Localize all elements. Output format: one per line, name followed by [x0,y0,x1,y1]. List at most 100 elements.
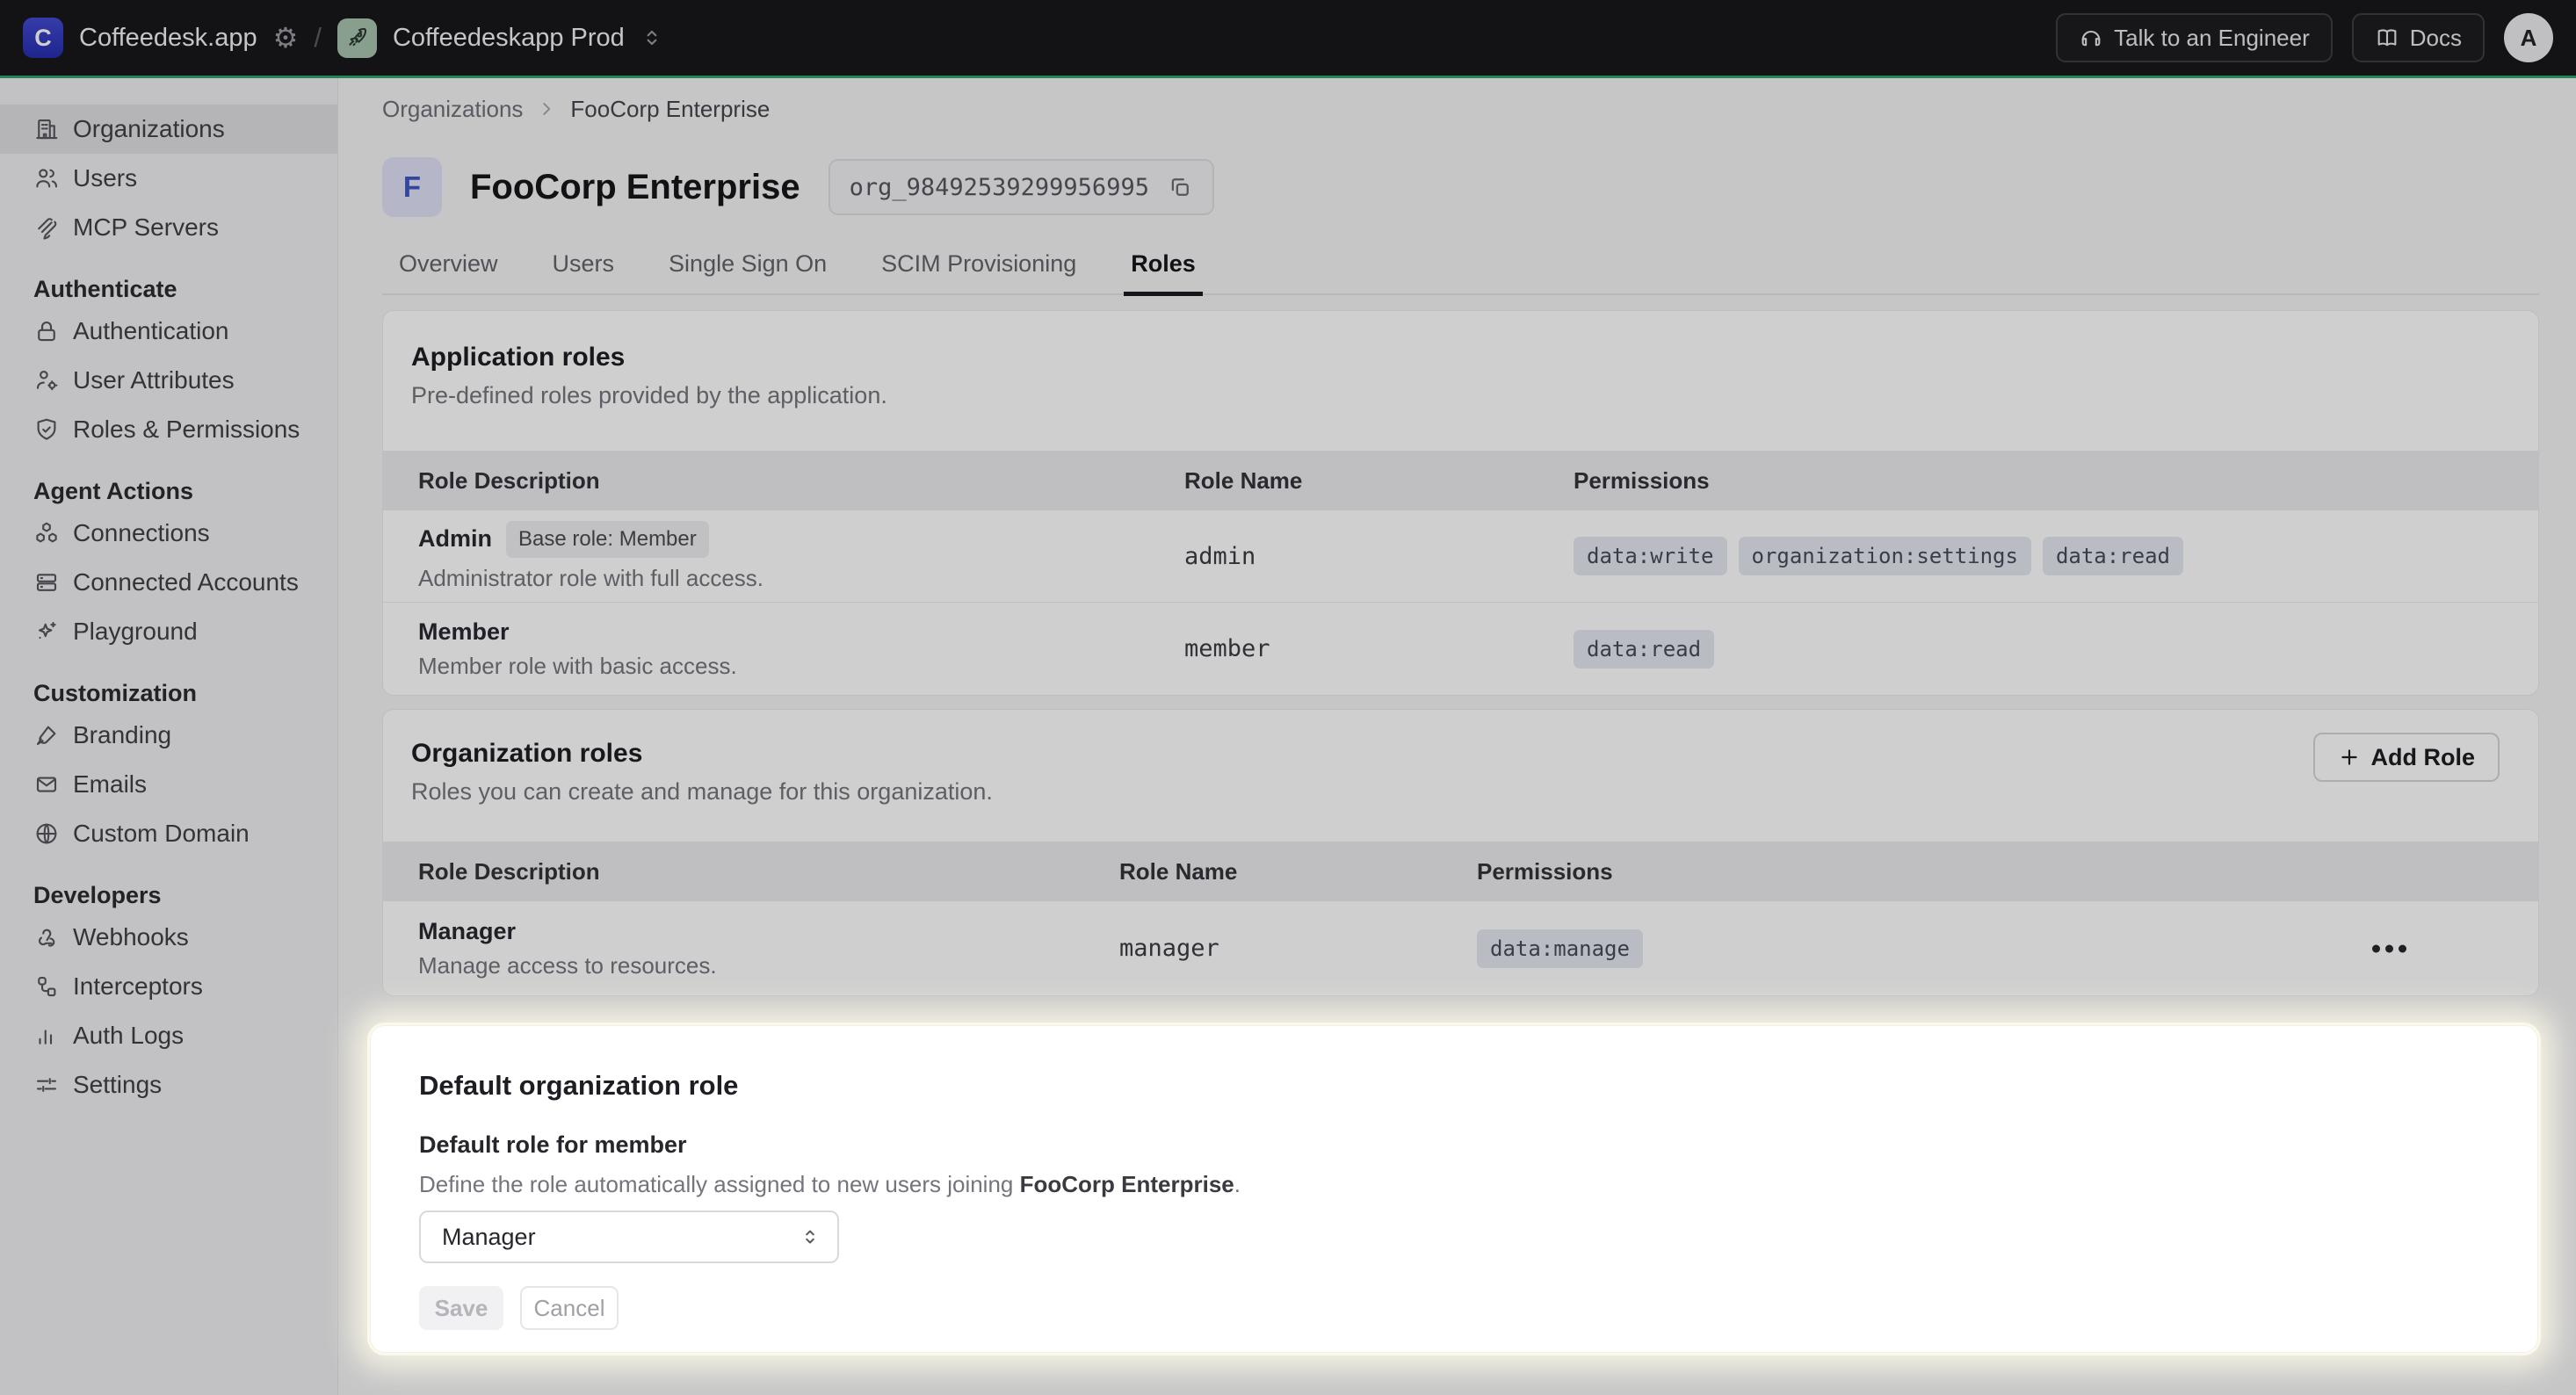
permission-chip: data:read [1574,630,1714,669]
headphones-icon [2079,25,2103,50]
org-id-chip: org_98492539299956995 [829,159,1214,215]
tab-scim-provisioning[interactable]: SCIM Provisioning [881,250,1076,293]
main-content: Organizations FooCorp Enterprise F FooCo… [338,78,2576,1395]
role-description: Member role with basic access. [418,653,1184,680]
page-title: FooCorp Enterprise [470,168,800,207]
sidebar-item-roles-permissions[interactable]: Roles & Permissions [0,405,337,454]
role-name: manager [1119,935,1477,962]
sidebar-section-developers: Developers [0,881,337,909]
environment-name[interactable]: Coffeedeskapp Prod [393,24,625,53]
application-roles-description: Pre-defined roles provided by the applic… [411,382,2500,409]
sidebar-item-label: Settings [73,1071,162,1099]
sidebar-item-emails[interactable]: Emails [0,760,337,809]
org-name-emphasis: FooCorp Enterprise [1020,1171,1234,1197]
sidebar: Organizations Users MCP Servers Authenti… [0,78,338,1395]
interceptors-icon [33,973,60,1000]
app-name: Coffeedesk.app [79,24,257,53]
tab-users[interactable]: Users [553,250,615,293]
organization-roles-description: Roles you can create and manage for this… [411,778,2500,806]
sidebar-item-settings[interactable]: Settings [0,1060,337,1109]
sidebar-item-label: Connected Accounts [73,568,299,596]
chevron-up-down-icon[interactable] [640,26,663,49]
role-name: admin [1184,543,1574,570]
sidebar-item-playground[interactable]: Playground [0,607,337,656]
cubes-icon [33,520,60,546]
docs-button[interactable]: Docs [2352,13,2485,62]
sidebar-item-label: MCP Servers [73,213,219,242]
page-header: F FooCorp Enterprise org_984925392999569… [382,157,2539,217]
organization-roles-card: Add Role Organization roles Roles you ca… [382,709,2539,996]
application-roles-card: Application roles Pre-defined roles prov… [382,310,2539,696]
tab-single-sign-on[interactable]: Single Sign On [669,250,827,293]
sidebar-item-label: Connections [73,519,210,547]
sidebar-item-connected-accounts[interactable]: Connected Accounts [0,558,337,607]
table-row-member: Member Member role with basic access. me… [383,602,2538,695]
role-title: Manager [418,918,516,945]
role-description: Manage access to resources. [418,952,1119,979]
tab-roles[interactable]: Roles [1131,250,1196,293]
workspace-switcher: C Coffeedesk.app ⚙ / Coffeedeskapp Prod [23,18,663,58]
sidebar-item-label: Custom Domain [73,820,250,848]
talk-to-engineer-button[interactable]: Talk to an Engineer [2056,13,2333,62]
globe-icon [33,820,60,847]
user-avatar[interactable]: A [2504,13,2553,62]
column-role-name: Role Name [1184,467,1574,495]
sidebar-item-connections[interactable]: Connections [0,509,337,558]
breadcrumb-organizations[interactable]: Organizations [382,96,523,123]
sidebar-item-user-attributes[interactable]: User Attributes [0,356,337,405]
sidebar-item-custom-domain[interactable]: Custom Domain [0,809,337,858]
sidebar-item-webhooks[interactable]: Webhooks [0,913,337,962]
breadcrumb: Organizations FooCorp Enterprise [382,98,2539,120]
column-role-name: Role Name [1119,858,1477,885]
copy-icon[interactable] [1167,174,1193,200]
table-row-admin: Admin Base role: Member Administrator ro… [383,510,2538,602]
sidebar-item-mcp-servers[interactable]: MCP Servers [0,203,337,252]
chevron-right-icon [537,99,556,119]
sidebar-section-customization: Customization [0,679,337,707]
permission-chip: data:read [2043,537,2183,575]
org-initial-badge: F [382,157,442,217]
role-description: Administrator role with full access. [418,565,1184,592]
row-actions-ellipsis-icon[interactable] [2372,944,2406,952]
sliders-icon [33,1072,60,1098]
app-badge: C [23,18,63,58]
sidebar-item-users[interactable]: Users [0,154,337,203]
table-header: Role Description Role Name Permissions [383,842,2538,901]
sidebar-item-label: Interceptors [73,972,203,1001]
sidebar-item-auth-logs[interactable]: Auth Logs [0,1011,337,1060]
org-id-value: org_98492539299956995 [850,174,1149,201]
shield-check-icon [33,416,60,443]
application-roles-title: Application roles [411,343,2500,372]
select-chevrons-icon [799,1225,821,1248]
sidebar-item-interceptors[interactable]: Interceptors [0,962,337,1011]
add-role-button[interactable]: Add Role [2313,733,2500,782]
tab-overview[interactable]: Overview [399,250,498,293]
sidebar-item-branding[interactable]: Branding [0,711,337,760]
organizations-icon [33,116,60,142]
org-tabs: Overview Users Single Sign On SCIM Provi… [382,250,2539,295]
breadcrumb-current: FooCorp Enterprise [570,96,770,123]
breadcrumb-separator: / [314,22,322,54]
sidebar-item-label: Webhooks [73,923,189,951]
bar-chart-icon [33,1023,60,1049]
cancel-button[interactable]: Cancel [520,1286,619,1330]
role-title: Member [418,618,510,646]
sidebar-item-organizations[interactable]: Organizations [0,105,337,154]
gear-icon[interactable]: ⚙ [273,24,299,52]
table-header: Role Description Role Name Permissions [383,451,2538,510]
save-button[interactable]: Save [419,1286,503,1330]
default-role-field-label: Default role for member [419,1131,2537,1159]
sidebar-section-agent-actions: Agent Actions [0,477,337,505]
organization-roles-title: Organization roles [411,739,2500,769]
base-role-badge: Base role: Member [506,521,709,558]
sidebar-item-authentication[interactable]: Authentication [0,307,337,356]
topbar-actions: Talk to an Engineer Docs A [2056,13,2553,62]
screen: C Coffeedesk.app ⚙ / Coffeedeskapp Prod [0,0,2576,1395]
envelope-icon [33,771,60,798]
permission-chip: data:manage [1477,929,1643,968]
default-role-description: Define the role automatically assigned t… [419,1171,2537,1198]
default-role-select[interactable]: Manager [419,1211,839,1263]
mcp-servers-icon [33,214,60,241]
sidebar-item-label: Branding [73,721,171,749]
role-name: member [1184,635,1574,662]
